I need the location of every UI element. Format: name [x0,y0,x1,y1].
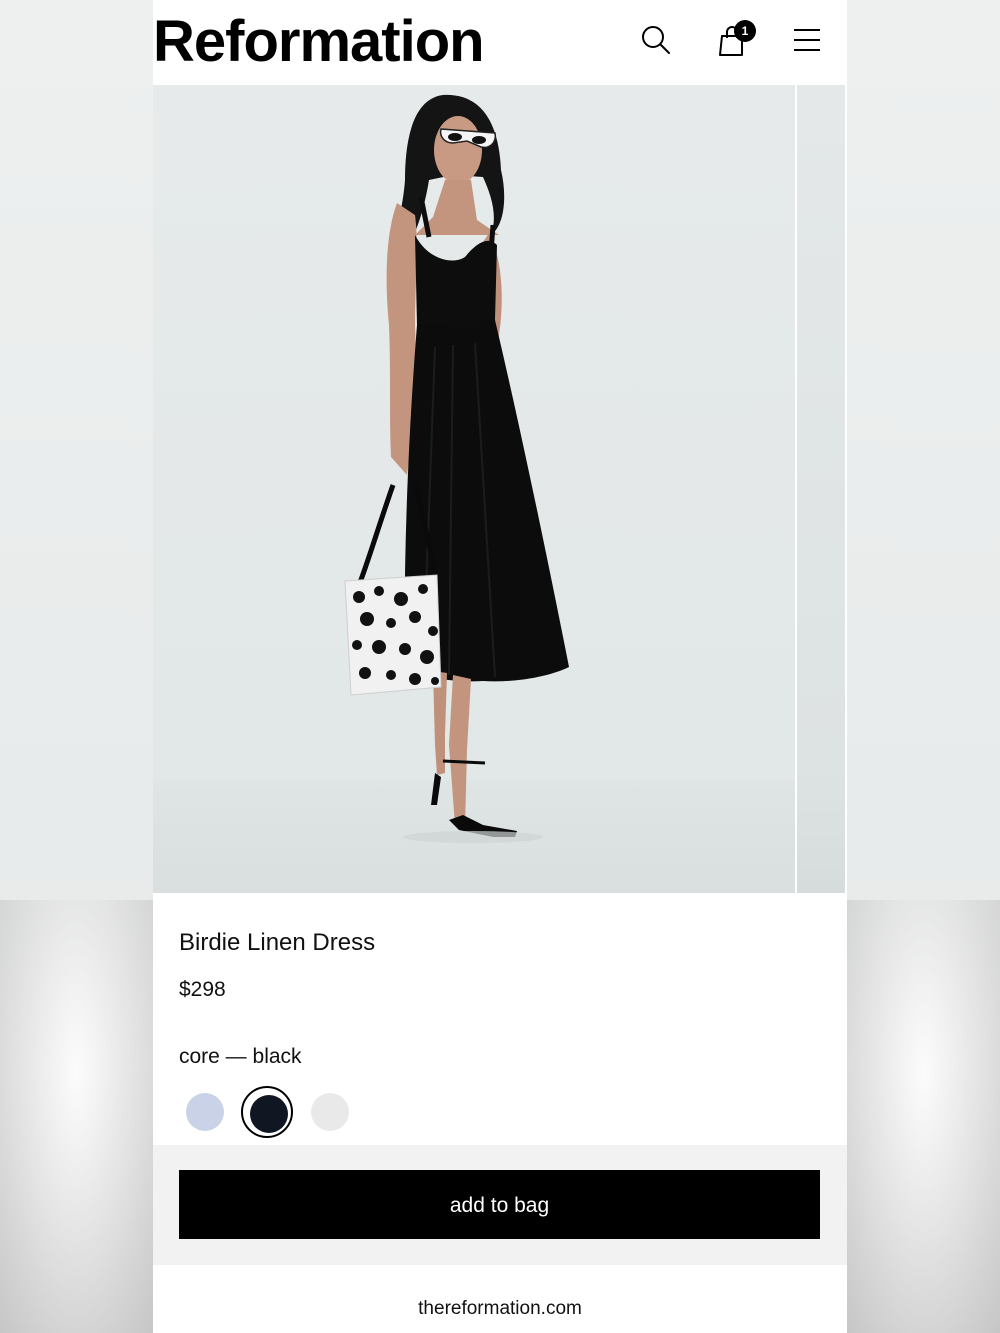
menu-button[interactable] [789,22,825,58]
browser-url-bar[interactable]: thereformation.com [381,1284,619,1333]
color-swatch-light-blue[interactable] [179,1086,231,1138]
color-swatch-light-grey[interactable] [304,1086,356,1138]
reformation-logo[interactable]: Reformation [153,8,485,76]
swatch-dot [311,1093,349,1131]
color-swatch-black[interactable] [241,1086,293,1138]
shopping-bag-button[interactable]: 1 [714,20,756,58]
model-in-black-dress-image [344,94,569,843]
product-title: Birdie Linen Dress [179,929,376,956]
next-product-image-peek[interactable] [797,85,845,893]
bag-count-badge: 1 [734,20,756,42]
left-backdrop [0,0,153,1333]
hamburger-menu-icon [794,29,820,51]
sticky-cta-bar: add to bag [153,1145,847,1265]
product-gallery[interactable] [153,85,847,893]
product-price: $298 [179,978,226,1001]
swatch-dot [250,1095,288,1133]
add-to-bag-button[interactable]: add to bag [179,1170,820,1239]
site-header: Reformation 1 [153,0,847,85]
search-icon [642,26,670,54]
product-image[interactable] [153,85,795,893]
search-button[interactable] [638,22,674,58]
phone-screen: Reformation 1 Birdie Linen Dress $298 co… [153,0,847,1333]
swatch-dot [186,1093,224,1131]
right-backdrop [847,0,1000,1333]
selected-color-label: core — black [179,1045,302,1068]
